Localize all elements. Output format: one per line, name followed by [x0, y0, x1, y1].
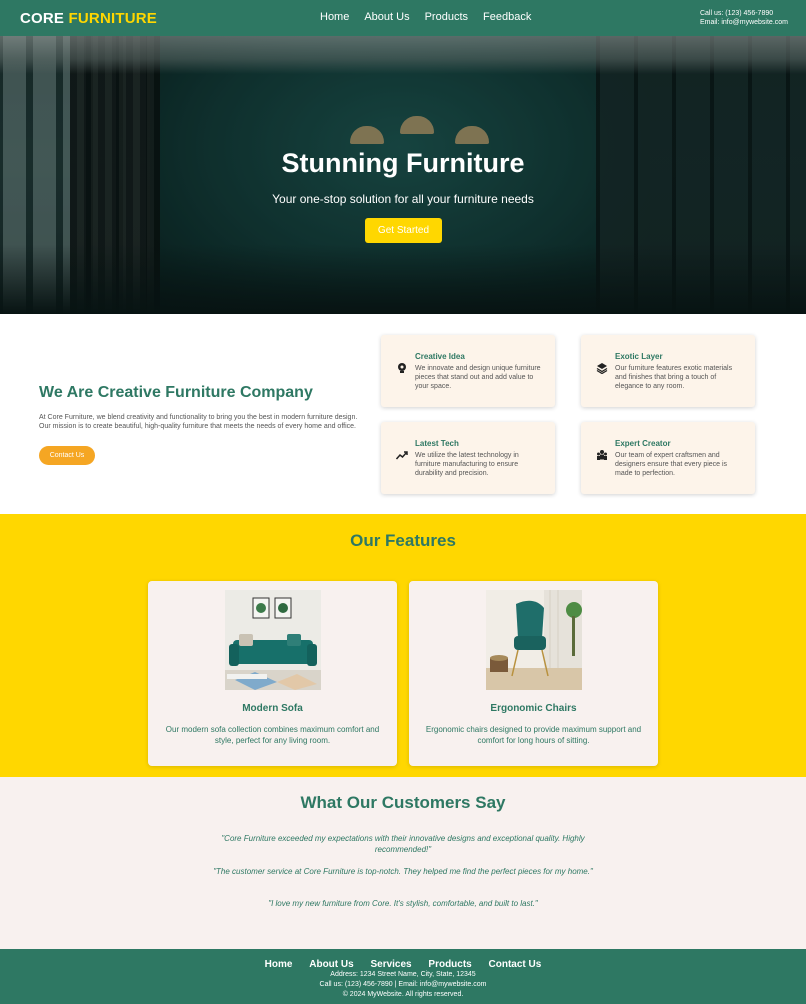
- testimonials-section: What Our Customers Say "Core Furniture e…: [0, 777, 806, 949]
- sofa-image: [225, 590, 321, 690]
- hero-banner: Stunning Furniture Your one-stop solutio…: [0, 36, 806, 314]
- card-title: Latest Tech: [415, 439, 459, 448]
- brand-core: CORE: [20, 10, 65, 27]
- features-title: Our Features: [350, 531, 456, 550]
- feature-item-modern-sofa: Modern Sofa Our modern sofa collection c…: [148, 581, 397, 766]
- nav-products[interactable]: Products: [425, 11, 468, 23]
- card-text: We innovate and design unique furniture …: [415, 365, 541, 390]
- feature-item-text: Ergonomic chairs designed to provide max…: [425, 725, 642, 745]
- feature-item-ergonomic-chairs: Ergonomic Chairs Ergonomic chairs design…: [409, 581, 658, 766]
- features-section: Our Features Modern Sofa Our modern sofa…: [0, 514, 806, 777]
- nav-feedback[interactable]: Feedback: [483, 11, 531, 23]
- feature-item-text: Our modern sofa collection combines maxi…: [165, 725, 380, 745]
- layers-icon: [595, 362, 609, 376]
- feature-card-exotic-layer: Exotic Layer Our furniture features exot…: [581, 335, 755, 407]
- chair-image: [486, 590, 582, 690]
- card-text: We utilize the latest technology in furn…: [415, 452, 519, 477]
- about-title: We Are Creative Furniture Company: [39, 384, 313, 401]
- header-phone: Call us: (123) 456-7890: [699, 10, 774, 17]
- testimonial-quote: "Core Furniture exceeded my expectations…: [221, 834, 585, 854]
- about-text: At Core Furniture, we blend creativity a…: [39, 414, 358, 430]
- footer-link-products[interactable]: Products: [428, 959, 471, 970]
- header-email: Email: info@mywebsite.com: [699, 19, 788, 26]
- hero-title: Stunning Furniture: [281, 148, 525, 178]
- footer-address: Address: 1234 Street Name, City, State, …: [330, 971, 476, 978]
- card-text: Our team of expert craftsmen and designe…: [615, 452, 728, 477]
- testimonial-quote: "I love my new furniture from Core. It's…: [268, 899, 538, 908]
- card-title: Exotic Layer: [615, 352, 663, 361]
- card-text: Our furniture features exotic materials …: [615, 365, 733, 390]
- feature-card-expert-creator: Expert Creator Our team of expert crafts…: [581, 422, 755, 494]
- footer-link-about-us[interactable]: About Us: [309, 959, 353, 970]
- feature-item-title: Ergonomic Chairs: [490, 703, 577, 714]
- brand-furniture: FURNITURE: [68, 10, 157, 27]
- testimonials-title: What Our Customers Say: [300, 793, 506, 812]
- feature-item-title: Modern Sofa: [242, 703, 303, 714]
- footer-link-home[interactable]: Home: [265, 959, 293, 970]
- nav-about-us[interactable]: About Us: [364, 11, 409, 23]
- brand-logo[interactable]: CORE FURNITURE: [20, 10, 157, 27]
- testimonial-quote: "The customer service at Core Furniture …: [213, 867, 593, 876]
- feature-card-latest-tech: Latest Tech We utilize the latest techno…: [381, 422, 555, 494]
- footer-link-services[interactable]: Services: [370, 959, 411, 970]
- nav-home[interactable]: Home: [320, 11, 349, 23]
- hero-subtitle: Your one-stop solution for all your furn…: [272, 192, 534, 206]
- trend-icon: [395, 449, 409, 463]
- footer-nav: Home About Us Services Products Contact …: [0, 959, 806, 970]
- feature-card-creative-idea: Creative Idea We innovate and design uni…: [381, 335, 555, 407]
- card-title: Expert Creator: [615, 439, 671, 448]
- card-title: Creative Idea: [415, 352, 465, 361]
- main-nav: Home About Us Products Feedback: [320, 11, 546, 23]
- top-navbar: CORE FURNITURE Home About Us Products Fe…: [0, 0, 806, 36]
- header-contact: Call us: (123) 456-7890 Email: info@mywe…: [700, 9, 788, 27]
- site-footer: Home About Us Services Products Contact …: [0, 949, 806, 1004]
- team-icon: [595, 449, 609, 463]
- footer-copyright: © 2024 MyWebsite. All rights reserved.: [342, 991, 464, 998]
- lightbulb-icon: [395, 362, 409, 376]
- footer-link-contact-us[interactable]: Contact Us: [489, 959, 542, 970]
- footer-contact: Call us: (123) 456-7890 | Email: info@my…: [319, 981, 487, 988]
- get-started-button[interactable]: Get Started: [365, 218, 442, 243]
- contact-us-button[interactable]: Contact Us: [39, 446, 95, 465]
